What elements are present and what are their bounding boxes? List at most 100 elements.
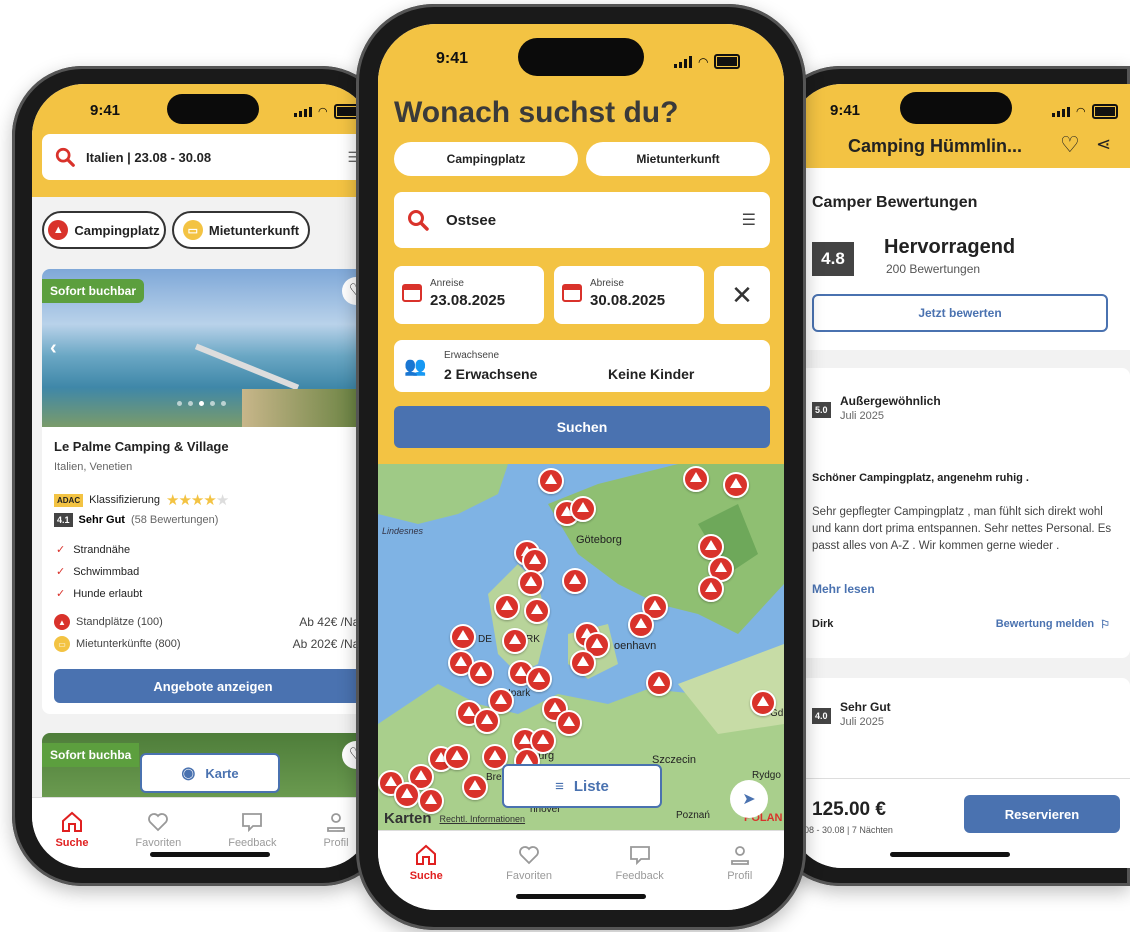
list-view-label: Liste xyxy=(573,777,609,795)
listing-card[interactable]: Sofort buchbar ♡ ‹ Le Palme Camping & Vi… xyxy=(42,269,372,714)
map-pin[interactable] xyxy=(683,466,709,492)
segment-campingplatz[interactable]: Campingplatz xyxy=(394,142,578,176)
rate-now-button[interactable]: Jetzt bewerten xyxy=(812,294,1108,332)
map-pin[interactable] xyxy=(494,594,520,620)
user-icon xyxy=(327,813,345,832)
map-pin[interactable] xyxy=(394,782,420,808)
left-search-field[interactable]: Italien | 23.08 - 30.08 ☰ xyxy=(42,134,372,180)
tab-suche-label: Suche xyxy=(55,837,89,849)
destination-search-field[interactable]: Ostsee ☰ xyxy=(394,192,770,248)
rating-text: Sehr Gut xyxy=(78,514,125,526)
departure-field[interactable]: Abreise 30.08.2025 xyxy=(554,266,704,324)
arrival-field[interactable]: Anreise 23.08.2025 xyxy=(394,266,544,324)
shore xyxy=(242,389,372,427)
favorite-icon[interactable]: ♡ xyxy=(1060,132,1080,158)
map-pin[interactable] xyxy=(468,660,494,686)
filter-campingplatz[interactable]: ▲ Campingplatz xyxy=(42,211,166,249)
share-icon[interactable]: ⋖ xyxy=(1096,134,1111,155)
list-icon: ≡ xyxy=(555,777,564,795)
tab-suche[interactable]: Suche xyxy=(55,810,88,868)
calendar-icon xyxy=(402,284,422,302)
left-time: 9:41 xyxy=(90,102,121,119)
map-pin[interactable] xyxy=(698,576,724,602)
tab-feedback[interactable]: Feedback xyxy=(228,810,277,868)
map-pin[interactable] xyxy=(723,472,749,498)
map-label-rydgo: Rydgo xyxy=(752,770,781,781)
arrival-label: Anreise xyxy=(430,278,464,289)
search-button[interactable]: Suchen xyxy=(394,406,770,448)
heart-icon xyxy=(519,846,539,865)
map-label-lindesnes: Lindesnes xyxy=(382,526,424,536)
arrival-value: 23.08.2025 xyxy=(430,292,506,309)
map-pin[interactable] xyxy=(474,708,500,734)
tab-suche[interactable]: Suche xyxy=(410,843,443,910)
map-pin[interactable] xyxy=(750,690,776,716)
tab-favoriten[interactable]: Favoriten xyxy=(135,810,181,868)
map-pin[interactable] xyxy=(450,624,476,650)
map-pin[interactable] xyxy=(646,670,672,696)
clear-dates-button[interactable]: ✕ xyxy=(714,266,770,324)
guests-field[interactable]: 👥 Erwachsene 2 Erwachsene Keine Kinder xyxy=(394,340,770,392)
filter-mietunterkunft[interactable]: ▭ Mietunterkunft xyxy=(172,211,310,249)
map-pin[interactable] xyxy=(526,666,552,692)
right-home-indicator xyxy=(890,852,1010,857)
map-pin[interactable] xyxy=(562,568,588,594)
signal-icon xyxy=(294,106,312,117)
check-icon: ✓ xyxy=(56,566,66,578)
center-screen: 9:41 ◠ Wonach suchst du? Campingplatz Mi… xyxy=(378,24,784,910)
chat-icon xyxy=(629,846,650,866)
center-time: 9:41 xyxy=(436,50,469,67)
show-offers-button[interactable]: Angebote anzeigen xyxy=(54,669,372,703)
score-text: Hervorragend xyxy=(884,236,1016,258)
tab-profil[interactable]: Profil xyxy=(727,843,752,910)
map-label-kobenhavn: oenhavn xyxy=(614,640,657,652)
rating-row: 4.1 Sehr Gut (58 Bewertungen) xyxy=(54,513,218,527)
map-pin[interactable] xyxy=(524,598,550,624)
review-score: 4.0 xyxy=(812,708,831,724)
read-more-link[interactable]: Mehr lesen xyxy=(812,582,875,596)
section-title: Camper Bewertungen xyxy=(812,194,978,211)
departure-label: Abreise xyxy=(590,278,624,289)
list-view-button[interactable]: ≡ Liste xyxy=(502,764,662,808)
map-pin[interactable] xyxy=(570,496,596,522)
listing-location: Italien, Venetien xyxy=(54,461,133,473)
tab-profil[interactable]: Profil xyxy=(323,810,349,868)
map-pin[interactable] xyxy=(462,774,488,800)
prev-photo-icon[interactable]: ‹ xyxy=(50,337,57,360)
instant-book-badge: Sofort buchbar xyxy=(42,279,144,303)
reserve-button[interactable]: Reservieren xyxy=(964,795,1120,833)
map-pin[interactable] xyxy=(518,570,544,596)
tab-favoriten[interactable]: Favoriten xyxy=(506,843,552,910)
map-pin[interactable] xyxy=(570,650,596,676)
filter-icon[interactable]: ☰ xyxy=(742,210,756,230)
legal-link[interactable]: Rechtl. Informationen xyxy=(440,814,526,824)
center-status-icons: ◠ xyxy=(674,54,741,69)
signal-icon xyxy=(1052,106,1070,117)
price-dates: 08 - 30.08 | 7 Nächten xyxy=(804,825,893,835)
pitches-label: Standplätze (100) xyxy=(76,616,163,628)
report-review-link[interactable]: Bewertung melden ⚐ xyxy=(996,618,1110,631)
listing-photo[interactable]: Sofort buchbar ♡ ‹ xyxy=(42,269,372,427)
map-button[interactable]: ◉ Karte xyxy=(140,753,280,793)
left-search-text: Italien | 23.08 - 30.08 xyxy=(86,149,212,165)
destination-value: Ostsee xyxy=(446,211,497,229)
tab-favoriten-label: Favoriten xyxy=(506,870,553,882)
adac-logo: ADAC xyxy=(54,493,84,507)
center-home-indicator xyxy=(516,894,646,899)
rentals-row: ▭ Mietunterkünfte (800) Ab 202€ /Nach xyxy=(54,636,372,652)
map-pin[interactable] xyxy=(556,710,582,736)
feature-item: ✓ Strandnähe xyxy=(56,544,131,556)
tab-feedback[interactable]: Feedback xyxy=(615,843,664,910)
map-pin[interactable] xyxy=(444,744,470,770)
segment-mietunterkunft[interactable]: Mietunterkunft xyxy=(586,142,770,176)
right-screen: 9:41 ◠ Camping Hümmlin... ♡ ⋖ Camper Bew… xyxy=(790,84,1130,868)
filter-campingplatz-label: Campingplatz xyxy=(74,222,160,238)
map-pin[interactable] xyxy=(538,468,564,494)
map-pin[interactable] xyxy=(502,628,528,654)
tab-feedback-label: Feedback xyxy=(228,837,277,849)
map-view[interactable]: Lindesnes Göteborg oenhavn Szczecin Rydg… xyxy=(378,464,784,830)
left-tab-bar: Suche Favoriten Feedback Profil xyxy=(32,797,372,868)
map-pin[interactable] xyxy=(628,612,654,638)
locate-me-button[interactable]: ➤ xyxy=(730,780,768,818)
heart-icon xyxy=(148,813,169,832)
